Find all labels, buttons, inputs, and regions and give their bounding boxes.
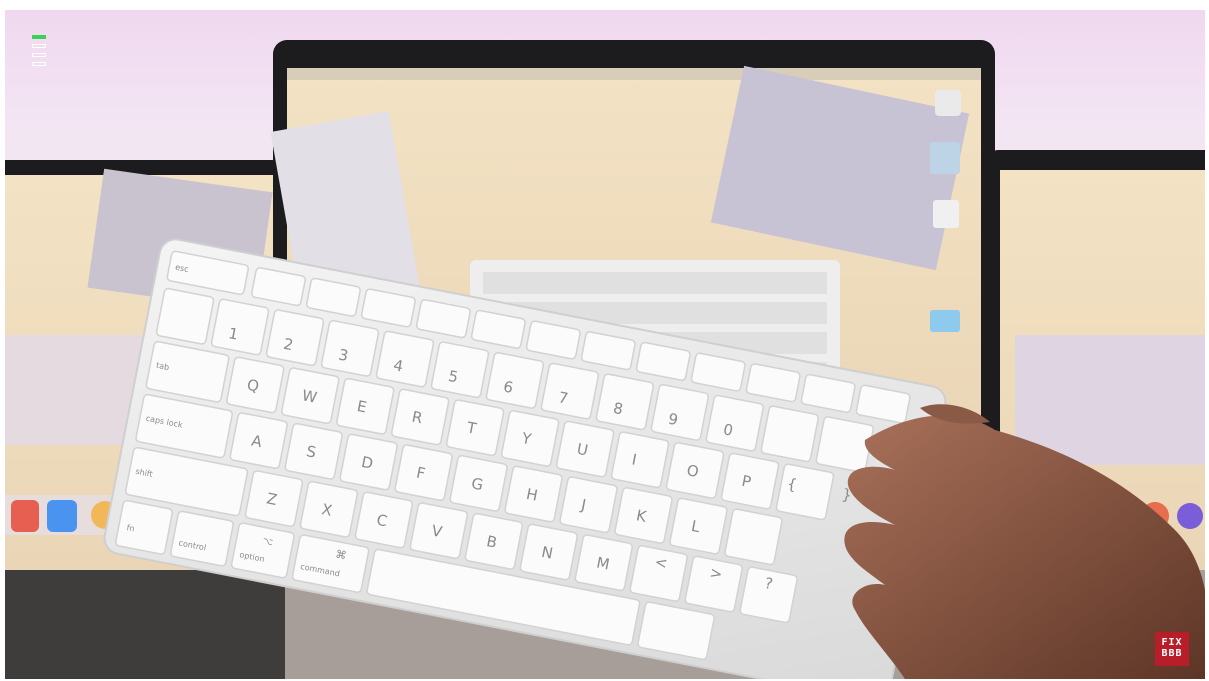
dock-left xyxy=(11,500,119,532)
video-frame: esc tab caps lock shift fn control optio… xyxy=(5,10,1205,679)
keyboard-photo: esc tab caps lock shift fn control optio… xyxy=(5,40,1205,679)
fn-key-label: fn xyxy=(126,523,135,533)
progress-segment xyxy=(32,53,46,57)
progress-segment xyxy=(32,62,46,66)
progress-indicator xyxy=(32,35,50,71)
progress-segment xyxy=(32,44,46,48)
progress-segment-active xyxy=(32,35,46,39)
channel-logo-line1: FIX xyxy=(1161,637,1183,648)
option-symbol: ⌥ xyxy=(262,536,274,548)
channel-logo-line2: BBB xyxy=(1161,648,1183,659)
channel-logo: FIX BBB xyxy=(1155,632,1189,666)
